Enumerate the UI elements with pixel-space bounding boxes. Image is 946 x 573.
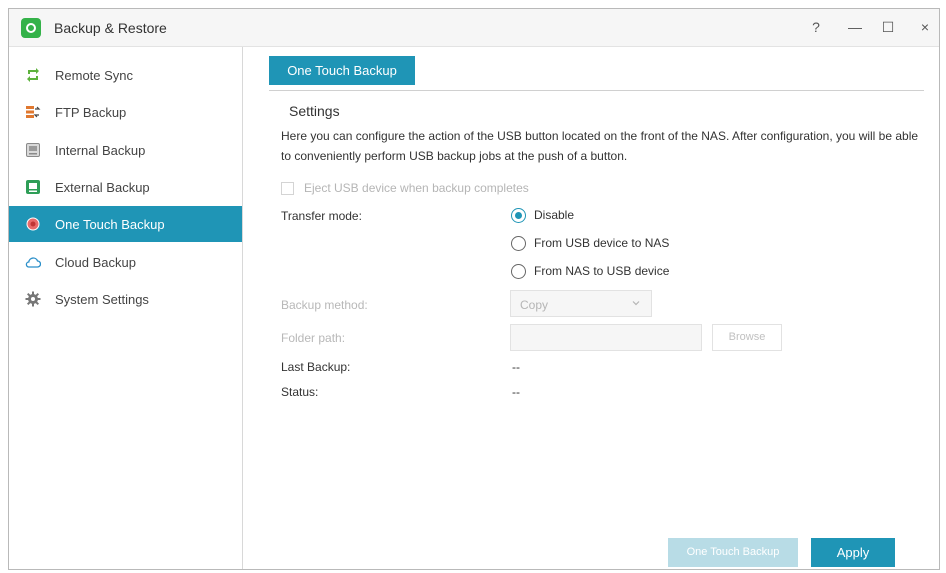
radio-label: Disable xyxy=(534,208,575,222)
title-bar: Backup & Restore ? — ☐ × xyxy=(9,9,939,47)
last-backup-value: -- xyxy=(512,360,520,374)
description-text: Here you can configure the action of the… xyxy=(281,129,919,163)
sidebar-item-label: Internal Backup xyxy=(55,143,146,158)
external-backup-icon xyxy=(26,180,40,194)
gear-icon xyxy=(25,291,41,307)
chevron-down-icon xyxy=(632,301,640,306)
sidebar-item-label: FTP Backup xyxy=(55,105,127,120)
ftp-backup-icon xyxy=(26,106,41,118)
help-button[interactable]: ? xyxy=(803,16,829,38)
sidebar-item-one-touch-backup[interactable]: One Touch Backup xyxy=(9,206,242,242)
cloud-icon xyxy=(25,257,41,268)
one-touch-backup-button[interactable]: One Touch Backup xyxy=(668,538,798,567)
radio-button[interactable] xyxy=(511,264,526,279)
backup-restore-app-icon xyxy=(21,18,41,38)
section-title: Settings xyxy=(289,103,340,119)
window-title: Backup & Restore xyxy=(54,20,167,36)
minimize-button[interactable]: — xyxy=(842,16,868,38)
sidebar-item-remote-sync[interactable]: Remote Sync xyxy=(9,57,242,93)
folder-path-input[interactable] xyxy=(510,324,702,351)
last-backup-label: Last Backup: xyxy=(281,360,351,374)
sidebar-item-external-backup[interactable]: External Backup xyxy=(9,169,242,205)
internal-backup-icon xyxy=(26,143,40,157)
one-touch-backup-icon xyxy=(26,217,40,231)
browse-button[interactable]: Browse xyxy=(712,324,782,351)
sidebar-item-label: One Touch Backup xyxy=(55,217,165,232)
radio-label: From USB device to NAS xyxy=(534,236,670,250)
sidebar-item-cloud-backup[interactable]: Cloud Backup xyxy=(9,244,242,280)
tab-one-touch-backup[interactable]: One Touch Backup xyxy=(269,56,415,85)
folder-path-label: Folder path: xyxy=(281,331,346,345)
remote-sync-icon xyxy=(27,68,39,82)
sidebar-item-system-settings[interactable]: System Settings xyxy=(9,281,242,317)
backup-method-select[interactable]: Copy xyxy=(510,290,652,317)
tab-divider xyxy=(269,90,924,91)
sidebar-item-label: Remote Sync xyxy=(55,68,134,83)
status-label: Status: xyxy=(281,385,319,399)
sidebar-item-label: External Backup xyxy=(55,180,150,195)
backup-method-label: Backup method: xyxy=(281,298,368,312)
radio-button[interactable] xyxy=(511,236,526,251)
status-value: -- xyxy=(512,385,520,399)
radio-button[interactable] xyxy=(511,208,526,223)
sidebar-item-label: Cloud Backup xyxy=(55,255,136,270)
close-button[interactable]: × xyxy=(912,16,938,38)
transfer-mode-label: Transfer mode: xyxy=(281,209,362,223)
eject-usb-checkbox[interactable] xyxy=(281,182,294,195)
eject-usb-checkbox-label: Eject USB device when backup completes xyxy=(304,181,529,195)
sidebar-item-ftp-backup[interactable]: FTP Backup xyxy=(9,94,242,130)
sidebar: Remote Sync FTP Backup Internal Backup E… xyxy=(9,47,243,569)
main-panel: One Touch Backup Settings Here you can c… xyxy=(244,47,939,569)
apply-button[interactable]: Apply xyxy=(811,538,895,567)
backup-method-value: Copy xyxy=(520,298,549,312)
maximize-button[interactable]: ☐ xyxy=(875,16,901,38)
sidebar-item-label: System Settings xyxy=(55,292,149,307)
radio-label: From NAS to USB device xyxy=(534,264,670,278)
sidebar-item-internal-backup[interactable]: Internal Backup xyxy=(9,132,242,168)
backup-restore-window: Backup & Restore ? — ☐ × Remote Sync FTP… xyxy=(8,8,940,570)
